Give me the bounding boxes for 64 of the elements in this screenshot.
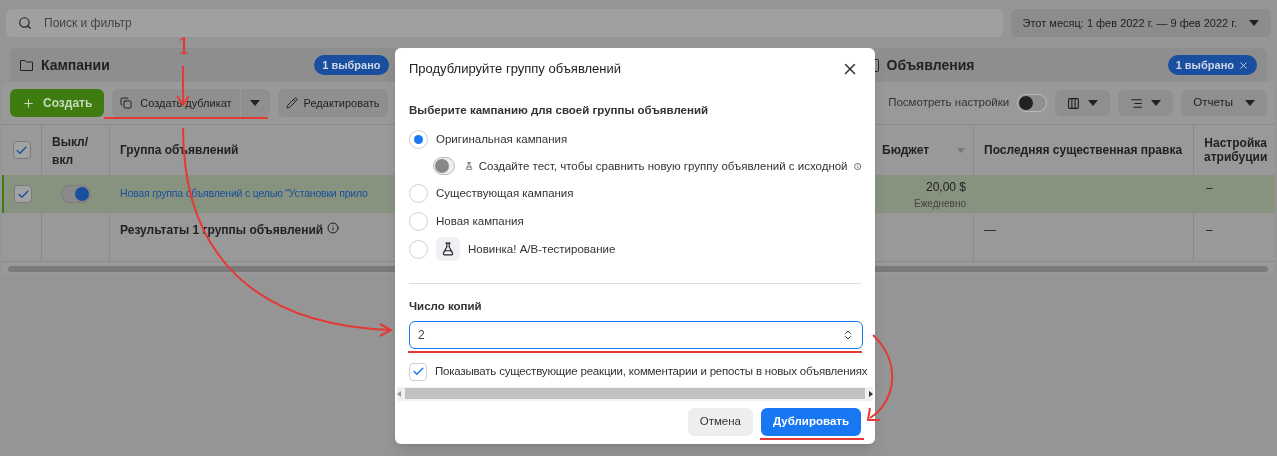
cancel-button[interactable]: Отмена [687, 408, 753, 436]
option-label: Новинка! A/B-тестирование [468, 241, 616, 257]
duplicate-menu-button[interactable] [239, 89, 270, 117]
reports-button[interactable]: Отчеты [1181, 90, 1267, 116]
breakdown-button[interactable] [1118, 90, 1174, 116]
section-label: Выберите кампанию для своей группы объявлений [409, 103, 710, 118]
duplicate-button[interactable]: Создать дубликат [112, 89, 240, 117]
level-title: Объявления [886, 55, 975, 75]
toggle-switch[interactable] [433, 157, 455, 176]
attribution-value: – [1206, 181, 1213, 195]
pencil-icon [285, 97, 298, 109]
caret-icon [1245, 100, 1255, 106]
info-icon [327, 222, 340, 234]
folder-icon [20, 59, 33, 71]
plus-icon [22, 96, 35, 110]
view-settings-label: Посмотреть настройки [888, 95, 1010, 111]
last-edit-value: — [984, 223, 996, 237]
level-title: Кампании [41, 55, 110, 75]
selection-badge[interactable]: 1 выбрано [314, 55, 389, 75]
date-range-button[interactable]: Этот месяц: 1 фев 2022 г. — 9 фев 2022 г. [1010, 9, 1271, 37]
caret-icon [1151, 100, 1162, 106]
edit-button[interactable]: Редактировать [277, 89, 388, 117]
checkbox[interactable] [12, 141, 31, 159]
toggle-switch[interactable] [1017, 94, 1048, 112]
option-label: Новая кампания [436, 213, 524, 229]
attribution-value: – [1206, 223, 1213, 237]
search-placeholder: Поиск и фильтр [44, 15, 132, 32]
caret-icon [1088, 100, 1099, 106]
column-header: Бюджет [882, 142, 930, 159]
selection-badge[interactable]: 1 выбрано [1167, 55, 1257, 75]
column-header: Выкл/ вкл [52, 134, 90, 169]
scroll-left-icon[interactable] [397, 390, 401, 397]
budget-value: 20,00 $ [925, 178, 966, 196]
dialog-title: Продублируйте группу объявлений [409, 60, 621, 79]
columns-icon [1067, 96, 1081, 110]
option-label: Создайте тест, чтобы сравнить новую группу объявлений с исходной [478, 158, 848, 174]
caret-icon [250, 100, 261, 106]
columns-button[interactable] [1055, 90, 1111, 116]
option-label: Оригинальная кампания [436, 131, 568, 147]
checkbox[interactable] [14, 185, 32, 203]
sort-icon [957, 147, 965, 153]
check-icon [411, 365, 425, 378]
budget-period: Ежедневно [913, 196, 966, 211]
flask-icon [436, 237, 460, 262]
horizontal-scrollbar[interactable] [397, 386, 873, 401]
duplicate-confirm-button[interactable]: Дублировать [761, 408, 861, 436]
create-button[interactable]: Создать [10, 89, 105, 117]
option-label: Существующая кампания [436, 185, 574, 201]
column-header: Последняя существенная правка [984, 142, 1183, 159]
breakdown-icon [1130, 96, 1144, 110]
checkbox-label: Показывать существующие реакции, комментарии и репосты в новых объявлениях [435, 363, 868, 379]
caret-icon [1249, 20, 1259, 26]
field-label: Число копий [409, 299, 483, 315]
summary-label: Результаты 1 группы объявлений [120, 222, 324, 239]
spinner-icon[interactable] [842, 328, 854, 341]
column-header: Настройка атрибуции [1204, 136, 1268, 164]
scroll-right-icon[interactable] [869, 390, 873, 397]
copies-input[interactable]: 2 [409, 320, 863, 349]
flask-icon [464, 160, 473, 173]
info-icon [853, 160, 861, 172]
search-field[interactable]: Поиск и фильтр [6, 9, 1003, 37]
copy-icon [120, 97, 133, 109]
toggle-switch[interactable] [61, 185, 91, 203]
search-icon [18, 16, 32, 30]
